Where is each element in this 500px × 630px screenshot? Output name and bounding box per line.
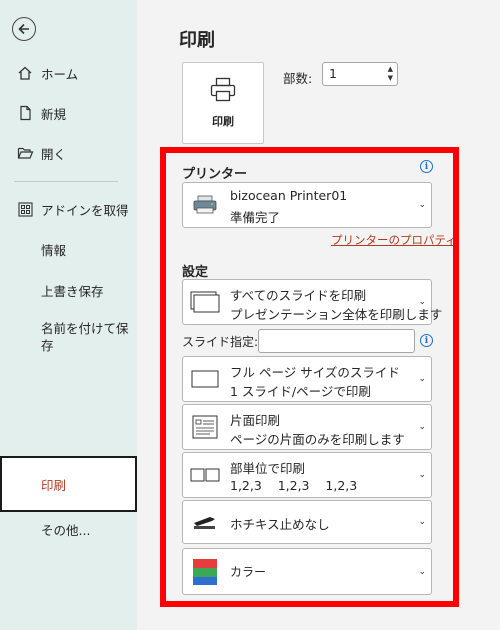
settings-section-title: 設定 [182, 265, 209, 280]
nav-info[interactable]: 情報 [0, 229, 137, 269]
sides-dropdown[interactable]: 片面印刷 ページの片面のみを印刷します ⌄ [182, 404, 432, 450]
sidebar-divider [14, 181, 118, 182]
nav-info-label: 情報 [41, 242, 67, 258]
folder-open-icon [16, 144, 34, 162]
nav-open[interactable]: 開く [0, 133, 137, 173]
nav-get-addins[interactable]: アドインを取得 [0, 189, 137, 229]
printer-section-title: プリンター [182, 167, 248, 182]
slides-range-dropdown[interactable]: すべてのスライドを印刷 プレゼンテーション全体を印刷します ⌄ [182, 279, 442, 325]
nav-open-label: 開く [41, 146, 67, 162]
chevron-down-icon: ⌄ [418, 374, 426, 384]
backstage-sidebar: ホーム 新規 開く アドインを取得 情報 上書き保存 名前を付けて保存 印刷 そ… [0, 0, 137, 630]
staple-dropdown[interactable]: ホチキス止めなし ⌄ [182, 500, 432, 544]
nav-get-addins-label: アドインを取得 [41, 202, 129, 218]
nav-more[interactable]: その他... [41, 520, 90, 539]
page-title: 印刷 [179, 30, 215, 51]
printer-device-icon [190, 193, 220, 217]
printer-dropdown[interactable]: bizocean Printer01 準備完了 ⌄ [182, 182, 432, 228]
sides-subtitle: ページの片面のみを印刷します [230, 432, 405, 447]
copies-input[interactable]: 1 ▲ ▼ [322, 62, 398, 86]
print-button[interactable]: 印刷 [182, 62, 264, 144]
chevron-down-icon: ⌄ [418, 422, 426, 432]
sides-title: 片面印刷 [230, 413, 281, 428]
nav-save-label: 上書き保存 [41, 283, 104, 299]
new-document-icon [16, 104, 34, 122]
slides-range-title: すべてのスライドを印刷 [230, 288, 367, 303]
layout-subtitle: 1 スライド/ページで印刷 [230, 384, 371, 399]
color-icon [190, 558, 220, 585]
addins-grid-icon [16, 200, 34, 218]
staple-title: ホチキス止めなし [230, 517, 330, 532]
chevron-down-icon: ⌄ [418, 566, 426, 577]
printer-status: 準備完了 [230, 210, 281, 225]
one-sided-icon [190, 415, 220, 439]
back-arrow-icon[interactable] [12, 17, 36, 41]
nav-print[interactable]: 印刷 [0, 456, 137, 512]
collate-dropdown[interactable]: 部単位で印刷 1,2,3 1,2,3 1,2,3 ⌄ [182, 452, 432, 498]
printer-icon [209, 77, 237, 107]
copies-spinner-icon[interactable]: ▲ ▼ [388, 65, 393, 83]
chevron-down-icon: ⌄ [418, 297, 426, 307]
stapler-icon [190, 510, 220, 534]
nav-print-label: 印刷 [41, 477, 67, 493]
print-pane: 印刷 印刷 部数: 1 ▲ ▼ プリンター i bizocean Printer0… [137, 0, 500, 630]
collated-icon [190, 463, 220, 487]
nav-save[interactable]: 上書き保存 [0, 270, 137, 310]
printer-properties-link[interactable]: プリンターのプロパティ [331, 232, 457, 248]
chevron-down-icon: ⌄ [418, 517, 426, 527]
collate-title: 部単位で印刷 [230, 461, 306, 476]
nav-home-label: ホーム [41, 66, 79, 82]
printer-name: bizocean Printer01 [230, 188, 348, 203]
copies-label: 部数: [283, 71, 313, 86]
slides-range-subtitle: プレゼンテーション全体を印刷します [230, 307, 443, 322]
slide-spec-label: スライド指定: [182, 335, 259, 349]
chevron-down-icon: ⌄ [418, 200, 426, 210]
nav-save-as[interactable]: 名前を付けて保存 [41, 320, 131, 354]
copies-value: 1 [329, 66, 337, 81]
layout-dropdown[interactable]: フル ページ サイズのスライド 1 スライド/ページで印刷 ⌄ [182, 356, 432, 402]
full-page-slide-icon [190, 367, 220, 391]
info-icon[interactable]: i [420, 160, 433, 173]
layout-title: フル ページ サイズのスライド [230, 365, 400, 380]
slide-spec-input[interactable] [258, 329, 415, 353]
print-button-label: 印刷 [212, 115, 234, 128]
chevron-down-icon: ⌄ [418, 470, 426, 480]
home-icon [16, 64, 34, 82]
info-icon[interactable]: i [420, 334, 433, 347]
nav-home[interactable]: ホーム [0, 53, 137, 93]
color-title: カラー [230, 565, 267, 579]
all-slides-icon [190, 290, 220, 314]
nav-new[interactable]: 新規 [0, 93, 137, 133]
collate-subtitle: 1,2,3 1,2,3 1,2,3 [230, 478, 358, 493]
color-dropdown[interactable]: カラー ⌄ [182, 548, 432, 595]
nav-new-label: 新規 [41, 106, 67, 122]
